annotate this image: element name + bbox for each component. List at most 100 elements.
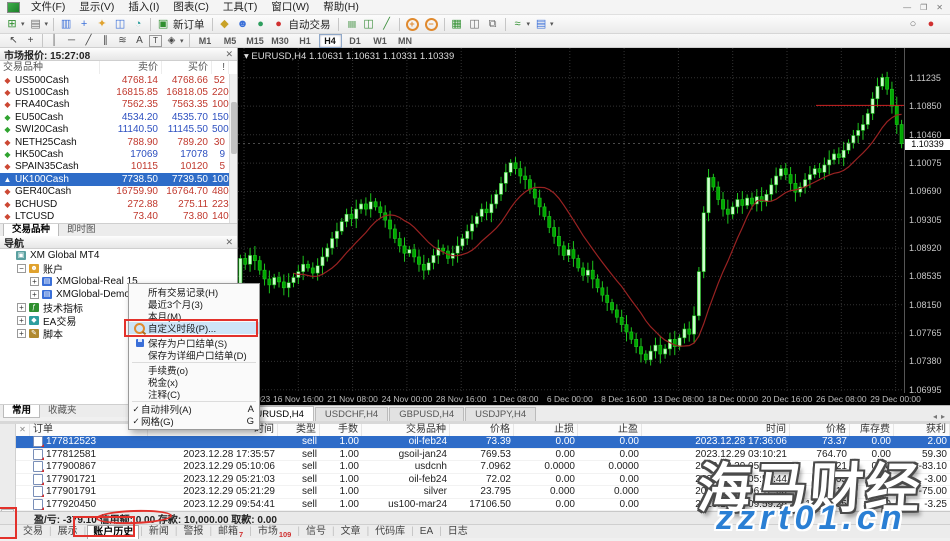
orders-column-3[interactable]: 类型: [278, 424, 320, 436]
crosshair-icon[interactable]: +: [23, 35, 38, 47]
market-watch-row[interactable]: ◆FRA40Cash7562.357563.35100: [0, 99, 237, 111]
periods-icon[interactable]: ▤: [533, 17, 549, 32]
terminal-tab-日志[interactable]: 日志: [443, 525, 473, 538]
market-watch-tab-即时图[interactable]: 即时图: [59, 224, 104, 236]
expand-icon[interactable]: +: [30, 290, 39, 299]
terminal-tab-警报[interactable]: 警报: [178, 525, 208, 538]
restore-icon[interactable]: ❐: [920, 3, 927, 12]
terminal-tab-信号[interactable]: 信号: [301, 525, 331, 538]
cursor-icon[interactable]: ↖: [6, 35, 21, 47]
orders-column-12[interactable]: 获利: [894, 424, 950, 436]
terminal-tab-邮箱[interactable]: 邮箱7: [213, 525, 248, 538]
price-scale[interactable]: 1.112351.108501.104601.100751.096901.093…: [904, 48, 950, 393]
navigator-tab-常用[interactable]: 常用: [3, 405, 40, 418]
profiles-icon[interactable]: ▤: [28, 17, 44, 32]
navigator-item[interactable]: ▣XM Global MT4: [0, 249, 237, 262]
orders-column-8[interactable]: 止盈: [578, 424, 642, 436]
chart-plot[interactable]: [238, 48, 904, 393]
orders-column-10[interactable]: 价格: [790, 424, 850, 436]
minimize-icon[interactable]: —: [903, 3, 911, 12]
orders-column-7[interactable]: 止损: [514, 424, 578, 436]
market-watch-row[interactable]: ◆LTCUSD73.4073.80140: [0, 210, 237, 222]
orders-column-9[interactable]: 时间: [642, 424, 790, 436]
timeframe-button-M30[interactable]: M30: [269, 34, 292, 48]
autotrading-icon[interactable]: ●: [271, 17, 287, 32]
expand-icon[interactable]: +: [17, 329, 26, 338]
terminal-tab-交易[interactable]: 交易: [18, 525, 48, 538]
close-icon[interactable]: ✕: [936, 3, 943, 12]
context-menu-item[interactable]: 保存为详细户口结单(D): [129, 349, 259, 361]
timeframe-button-M5[interactable]: M5: [219, 34, 242, 48]
chevron-down-icon[interactable]: ▾: [21, 20, 25, 28]
arrange-cascade-icon[interactable]: ⧉: [485, 17, 501, 32]
arrow-left-icon[interactable]: ◂: [933, 412, 937, 421]
vertical-line-icon[interactable]: │: [47, 35, 62, 47]
fibonacci-icon[interactable]: ≋: [115, 35, 130, 47]
chart-window[interactable]: ▾ EURUSD,H4 1.10631 1.10631 1.10331 1.10…: [237, 48, 950, 405]
terminal-tab-新闻[interactable]: 新闻: [144, 525, 174, 538]
chevron-down-icon[interactable]: ▾: [180, 37, 184, 45]
line-chart-icon[interactable]: ╱: [379, 17, 395, 32]
label-icon[interactable]: T: [149, 35, 162, 47]
menu-item-3[interactable]: 插入(I): [121, 0, 166, 15]
horizontal-line-icon[interactable]: ─: [64, 35, 79, 47]
expand-icon[interactable]: +: [30, 277, 39, 286]
market-watch-row[interactable]: ◆EU50Cash4534.204535.70150: [0, 111, 237, 123]
data-window-icon[interactable]: +: [76, 17, 92, 32]
text-icon[interactable]: A: [132, 35, 147, 47]
timeframe-button-MN[interactable]: MN: [394, 34, 417, 48]
new-order-label[interactable]: 新订单: [173, 17, 205, 32]
market-watch-row[interactable]: ◆US100Cash16815.8516818.05220: [0, 86, 237, 98]
search-icon[interactable]: ○: [905, 17, 921, 32]
collapse-icon[interactable]: −: [17, 264, 26, 273]
globe-icon[interactable]: ●: [253, 17, 269, 32]
close-icon[interactable]: ✕: [16, 424, 30, 436]
tile-windows-icon[interactable]: ▦: [449, 17, 465, 32]
market-watch-row[interactable]: ◆SPAIN35Cash10115101205: [0, 161, 237, 173]
channel-icon[interactable]: ∥: [98, 35, 113, 47]
timeframe-button-H4[interactable]: H4: [319, 34, 342, 48]
close-icon[interactable]: ✕: [225, 49, 233, 60]
zoom-out-icon[interactable]: −: [425, 18, 438, 31]
arrange-horizontal-icon[interactable]: ◫: [467, 17, 483, 32]
terminal-icon[interactable]: ◫: [112, 17, 128, 32]
candlestick-icon[interactable]: ◫: [361, 17, 377, 32]
chevron-down-icon[interactable]: ▾: [550, 20, 554, 28]
indicators-icon[interactable]: ≈: [510, 17, 526, 32]
market-watch-column-3[interactable]: 买价: [162, 61, 212, 74]
expand-icon[interactable]: +: [17, 316, 26, 325]
timeframe-button-D1[interactable]: D1: [344, 34, 367, 48]
navigator-tab-收藏夹[interactable]: 收藏夹: [40, 405, 85, 417]
chart-tab-USDJPY[interactable]: USDJPY,H4: [465, 407, 536, 421]
chart-tab-USDCHF[interactable]: USDCHF,H4: [315, 407, 388, 421]
terminal-tab-代码库[interactable]: 代码库: [370, 525, 410, 538]
market-watch-icon[interactable]: ▥: [58, 17, 74, 32]
terminal-tab-市场[interactable]: 市场109: [253, 525, 297, 538]
context-menu-item[interactable]: ✓网格(G)G: [129, 415, 259, 427]
close-icon[interactable]: ✕: [225, 237, 233, 248]
market-watch-row[interactable]: ◆SWI20Cash11140.5011145.50500: [0, 124, 237, 136]
terminal-tab-EA[interactable]: EA: [415, 525, 438, 538]
metaeditor-icon[interactable]: ◆: [217, 17, 233, 32]
menu-item-5[interactable]: 工具(T): [216, 0, 264, 15]
market-watch-row[interactable]: ◆NETH25Cash788.90789.2030: [0, 136, 237, 148]
orders-column-4[interactable]: 手数: [320, 424, 362, 436]
new-order-icon[interactable]: ▣: [155, 17, 171, 32]
chevron-down-icon[interactable]: ▾: [527, 20, 531, 28]
menu-item-1[interactable]: 文件(F): [24, 0, 72, 15]
shapes-icon[interactable]: ◈: [164, 35, 179, 47]
expand-icon[interactable]: +: [17, 303, 26, 312]
bar-chart-icon[interactable]: ≣: [343, 16, 358, 32]
community-icon[interactable]: ☻: [235, 17, 251, 32]
new-chart-icon[interactable]: ⊞: [4, 17, 20, 32]
trendline-icon[interactable]: ╱: [81, 35, 96, 47]
market-watch-row[interactable]: ◆US500Cash4768.144768.6652: [0, 74, 237, 86]
autotrading-label[interactable]: 自动交易: [289, 17, 331, 32]
menu-item-6[interactable]: 窗口(W): [264, 0, 316, 15]
market-watch-column-2[interactable]: 卖价: [100, 61, 162, 74]
orders-column-5[interactable]: 交易品种: [362, 424, 450, 436]
timeframe-button-H1[interactable]: H1: [294, 34, 317, 48]
strategy-tester-icon[interactable]: ◔: [130, 17, 146, 32]
market-watch-column-4[interactable]: !: [212, 61, 229, 74]
time-scale[interactable]: ov 202316 Nov 16:0021 Nov 08:0024 Nov 00…: [238, 393, 950, 404]
